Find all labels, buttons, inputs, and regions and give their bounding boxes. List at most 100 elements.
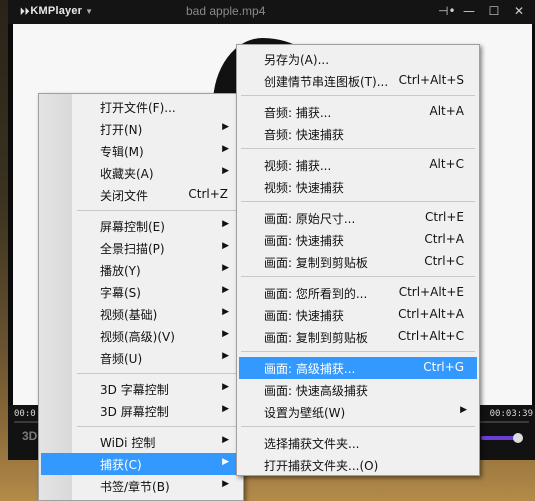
menu-item[interactable]: WiDi 控制 ▶ [41,431,241,453]
time-elapsed: 00:0 [14,409,36,419]
title-bar[interactable]: ⏵⏵KMPlayer ▼ bad apple.mp4 ⊣• — ☐ ✕ [8,0,535,24]
menu-item[interactable]: 捕获(C) ▶ [41,453,241,475]
time-total: 00:03:39 [489,409,533,419]
menu-item-label: 视频: 捕获... [264,159,332,173]
menu-item[interactable]: 音频: 捕获... Alt+A [239,101,477,123]
menu-item[interactable]: 收藏夹(A) ▶ [41,162,241,184]
menu-item-label: 音频(U) [100,352,143,366]
menu-item-label: 视频(高级)(V) [100,330,175,344]
menu-item[interactable]: 视频: 快速捕获 [239,176,477,198]
menu-item-label: 音频: 快速捕获 [264,128,344,142]
submenu-arrow-icon: ▶ [222,166,229,176]
menu-item[interactable]: 打开(N) ▶ [41,118,241,140]
menu-item-label: 打开(N) [100,123,143,137]
menu-separator [241,148,475,149]
menu-item[interactable]: 打开捕获文件夹...(O) [239,454,477,476]
menu-item[interactable]: 音频: 快速捕获 [239,123,477,145]
menu-item-label: 画面: 快速捕获 [264,309,344,323]
minimize-icon[interactable]: — [463,4,475,18]
menu-item-shortcut: Ctrl+E [425,210,464,224]
menu-separator [241,201,475,202]
menu-item[interactable]: 关闭文件 Ctrl+Z [41,184,241,206]
menu-item-label: 书签/章节(B) [100,480,170,494]
menu-item-label: 字幕(S) [100,286,141,300]
menu-item-label: 画面: 快速高级捕获 [264,384,368,398]
menu-item-shortcut: Ctrl+C [424,254,464,268]
menu-item[interactable]: 设置为壁纸(W) ▶ [239,401,477,423]
menu-item-label: 专辑(M) [100,145,144,159]
menu-item-label: 画面: 快速捕获 [264,234,344,248]
menu-item[interactable]: 画面: 快速捕获 Ctrl+A [239,229,477,251]
submenu-arrow-icon: ▶ [222,351,229,361]
3d-button[interactable]: 3D [22,429,37,443]
menu-item-label: 关闭文件 [100,189,149,203]
menu-item-label: 视频(基础) [100,308,158,322]
menu-item-label: 打开捕获文件夹...(O) [264,459,379,473]
menu-item[interactable]: 另存为(A)... [239,48,477,70]
menu-item[interactable]: 画面: 您所看到的... Ctrl+Alt+E [239,282,477,304]
menu-item-label: 3D 屏幕控制 [100,405,169,419]
app-name: KMPlayer [30,5,83,17]
menu-item[interactable]: 画面: 快速捕获 Ctrl+Alt+A [239,304,477,326]
pin-icon[interactable]: ⊣• [438,4,456,18]
menu-separator [77,426,241,427]
submenu-arrow-icon: ▶ [222,122,229,132]
submenu-arrow-icon: ▶ [222,329,229,339]
menu-item[interactable]: 创建情节串连图板(T)... Ctrl+Alt+S [239,70,477,92]
menu-item[interactable]: 画面: 快速高级捕获 [239,379,477,401]
menu-item[interactable]: 3D 屏幕控制 ▶ [41,400,241,422]
menu-item[interactable]: 屏幕控制(E) ▶ [41,215,241,237]
menu-item-label: WiDi 控制 [100,436,156,450]
menu-item-label: 播放(Y) [100,264,141,278]
submenu-arrow-icon: ▶ [222,241,229,251]
menu-item-shortcut: Ctrl+Alt+C [397,329,464,343]
volume-knob[interactable] [513,433,523,443]
menu-item[interactable]: 全景扫描(P) ▶ [41,237,241,259]
menu-item-label: 音频: 捕获... [264,106,332,120]
menu-item-label: 打开文件(F)... [100,101,176,115]
submenu-arrow-icon: ▶ [222,219,229,229]
menu-item-shortcut: Ctrl+Alt+S [398,73,464,87]
menu-item[interactable]: 视频(基础) ▶ [41,303,241,325]
menu-item-label: 选择捕获文件夹... [264,437,360,451]
menu-item[interactable]: 3D 字幕控制 ▶ [41,378,241,400]
menu-item-label: 屏幕控制(E) [100,220,165,234]
menu-item[interactable]: 视频(高级)(V) ▶ [41,325,241,347]
menu-item-label: 另存为(A)... [264,53,330,67]
menu-item[interactable]: 选择捕获文件夹... [239,432,477,454]
context-menu: 打开文件(F)... 打开(N) ▶ 专辑(M) ▶ 收藏夹(A) ▶ 关闭文件 Ctrl+Z 屏… [38,93,244,501]
menu-item-label: 设置为壁纸(W) [264,406,346,420]
menu-item[interactable]: 书签/章节(B) ▶ [41,475,241,497]
menu-item[interactable]: 画面: 原始尺寸... Ctrl+E [239,207,477,229]
menu-item[interactable]: 音频(U) ▶ [41,347,241,369]
menu-item-shortcut: Ctrl+Alt+A [398,307,464,321]
capture-submenu: 另存为(A)... 创建情节串连图板(T)... Ctrl+Alt+S 音频: 捕获.… [236,44,480,476]
submenu-arrow-icon: ▶ [222,457,229,467]
menu-item-shortcut: Alt+C [429,157,464,171]
menu-separator [241,95,475,96]
menu-item[interactable]: 画面: 复制到剪贴板 Ctrl+C [239,251,477,273]
submenu-arrow-icon: ▶ [222,144,229,154]
app-logo[interactable]: ⏵⏵KMPlayer ▼ [20,5,93,17]
menu-item-shortcut: Ctrl+Alt+E [398,285,464,299]
maximize-icon[interactable]: ☐ [488,4,500,18]
menu-item-label: 3D 字幕控制 [100,383,169,397]
menu-item[interactable]: 播放(Y) ▶ [41,259,241,281]
file-title: bad apple.mp4 [186,4,266,18]
menu-item-label: 全景扫描(P) [100,242,165,256]
menu-item[interactable]: 打开文件(F)... [41,96,241,118]
menu-item-label: 画面: 高级捕获... [264,362,356,376]
menu-item[interactable]: 视频: 捕获... Alt+C [239,154,477,176]
close-icon[interactable]: ✕ [513,4,525,18]
submenu-arrow-icon: ▶ [222,263,229,273]
menu-item-label: 画面: 复制到剪贴板 [264,256,368,270]
submenu-arrow-icon: ▶ [222,285,229,295]
menu-item[interactable]: 画面: 高级捕获... Ctrl+G [239,357,477,379]
menu-item[interactable]: 专辑(M) ▶ [41,140,241,162]
menu-item[interactable]: 画面: 复制到剪贴板 Ctrl+Alt+C [239,326,477,348]
chevron-down-icon: ▼ [85,7,94,16]
submenu-arrow-icon: ▶ [222,404,229,414]
menu-item[interactable]: 字幕(S) ▶ [41,281,241,303]
submenu-arrow-icon: ▶ [222,479,229,489]
submenu-arrow-icon: ▶ [460,405,467,415]
